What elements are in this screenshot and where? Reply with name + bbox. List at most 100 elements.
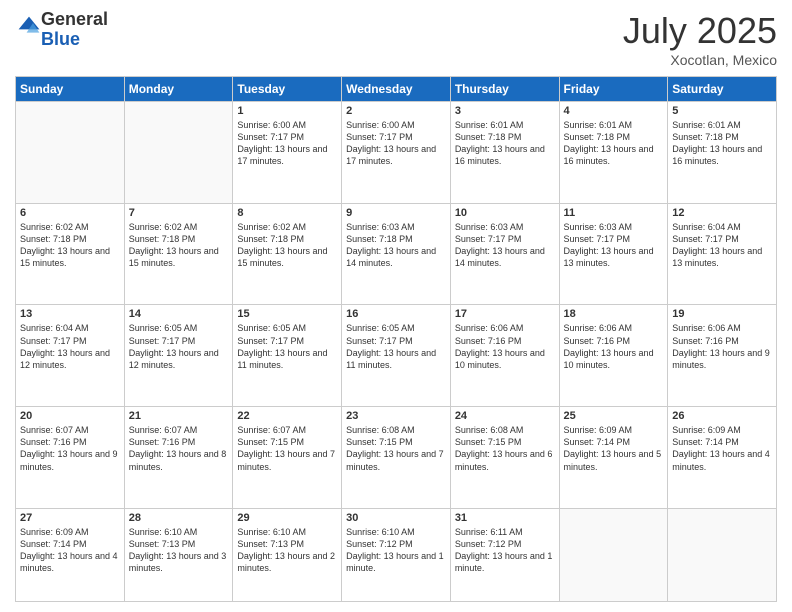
col-header-friday: Friday — [559, 77, 668, 102]
calendar-table: SundayMondayTuesdayWednesdayThursdayFrid… — [15, 76, 777, 602]
week-row-0: 1 Sunrise: 6:00 AM Sunset: 7:17 PM Daylig… — [16, 102, 777, 204]
calendar-page: General Blue July 2025 Xocotlan, Mexico … — [0, 0, 792, 612]
logo-general: General — [41, 9, 108, 29]
cell-daylight-info: Sunrise: 6:10 AM Sunset: 7:12 PM Dayligh… — [346, 526, 446, 575]
cell-daylight-info: Sunrise: 6:06 AM Sunset: 7:16 PM Dayligh… — [455, 322, 555, 371]
calendar-cell: 26 Sunrise: 6:09 AM Sunset: 7:14 PM Dayli… — [668, 407, 777, 509]
week-row-3: 20Sunrise: 6:07 AM Sunset: 7:16 PM Dayli… — [16, 407, 777, 509]
cell-daylight-info: Sunrise: 6:03 AM Sunset: 7:18 PM Dayligh… — [346, 221, 446, 270]
cell-daylight-info: Sunrise: 6:03 AM Sunset: 7:17 PM Dayligh… — [455, 221, 555, 270]
calendar-cell: 19Sunrise: 6:06 AM Sunset: 7:16 PM Dayli… — [668, 305, 777, 407]
cell-daylight-info: Sunrise: 6:05 AM Sunset: 7:17 PM Dayligh… — [129, 322, 229, 371]
cell-daylight-info: Sunrise: 6:02 AM Sunset: 7:18 PM Dayligh… — [20, 221, 120, 270]
logo-icon — [17, 15, 41, 39]
calendar-cell: 15Sunrise: 6:05 AM Sunset: 7:17 PM Dayli… — [233, 305, 342, 407]
cell-daylight-info: Sunrise: 6:09 AM Sunset: 7:14 PM Dayligh… — [564, 424, 664, 473]
day-number: 1 — [237, 105, 337, 117]
header-row: SundayMondayTuesdayWednesdayThursdayFrid… — [16, 77, 777, 102]
day-number: 19 — [672, 308, 772, 320]
month-title: July 2025 — [623, 10, 777, 52]
cell-daylight-info: Sunrise: 6:05 AM Sunset: 7:17 PM Dayligh… — [346, 322, 446, 371]
title-block: July 2025 Xocotlan, Mexico — [623, 10, 777, 68]
calendar-cell: 1Sunrise: 6:00 AM Sunset: 7:17 PM Daylig… — [233, 102, 342, 204]
week-row-1: 6 Sunrise: 6:02 AM Sunset: 7:18 PM Daylig… — [16, 203, 777, 305]
calendar-cell — [124, 102, 233, 204]
day-number: 16 — [346, 308, 446, 320]
cell-daylight-info: Sunrise: 6:08 AM Sunset: 7:15 PM Dayligh… — [346, 424, 446, 473]
cell-daylight-info: Sunrise: 6:02 AM Sunset: 7:18 PM Dayligh… — [237, 221, 337, 270]
col-header-saturday: Saturday — [668, 77, 777, 102]
col-header-wednesday: Wednesday — [342, 77, 451, 102]
day-number: 6 — [20, 207, 120, 219]
day-number: 23 — [346, 410, 446, 422]
calendar-cell: 5 Sunrise: 6:01 AM Sunset: 7:18 PM Daylig… — [668, 102, 777, 204]
day-number: 30 — [346, 512, 446, 524]
day-number: 11 — [564, 207, 664, 219]
logo-text: General Blue — [41, 10, 108, 50]
day-number: 9 — [346, 207, 446, 219]
cell-daylight-info: Sunrise: 6:01 AM Sunset: 7:18 PM Dayligh… — [672, 119, 772, 168]
week-row-4: 27 Sunrise: 6:09 AM Sunset: 7:14 PM Dayli… — [16, 508, 777, 601]
calendar-cell: 22Sunrise: 6:07 AM Sunset: 7:15 PM Dayli… — [233, 407, 342, 509]
logo: General Blue — [15, 10, 108, 50]
cell-daylight-info: Sunrise: 6:07 AM Sunset: 7:16 PM Dayligh… — [129, 424, 229, 473]
cell-daylight-info: Sunrise: 6:10 AM Sunset: 7:13 PM Dayligh… — [237, 526, 337, 575]
cell-daylight-info: Sunrise: 6:08 AM Sunset: 7:15 PM Dayligh… — [455, 424, 555, 473]
col-header-monday: Monday — [124, 77, 233, 102]
calendar-cell: 12 Sunrise: 6:04 AM Sunset: 7:17 PM Dayli… — [668, 203, 777, 305]
calendar-cell: 20Sunrise: 6:07 AM Sunset: 7:16 PM Dayli… — [16, 407, 125, 509]
calendar-cell: 28 Sunrise: 6:10 AM Sunset: 7:13 PM Dayli… — [124, 508, 233, 601]
cell-daylight-info: Sunrise: 6:04 AM Sunset: 7:17 PM Dayligh… — [672, 221, 772, 270]
cell-daylight-info: Sunrise: 6:00 AM Sunset: 7:17 PM Dayligh… — [346, 119, 446, 168]
calendar-cell: 10 Sunrise: 6:03 AM Sunset: 7:17 PM Dayli… — [450, 203, 559, 305]
day-number: 7 — [129, 207, 229, 219]
calendar-cell: 24 Sunrise: 6:08 AM Sunset: 7:15 PM Dayli… — [450, 407, 559, 509]
day-number: 10 — [455, 207, 555, 219]
week-row-2: 13Sunrise: 6:04 AM Sunset: 7:17 PM Dayli… — [16, 305, 777, 407]
day-number: 21 — [129, 410, 229, 422]
day-number: 13 — [20, 308, 120, 320]
calendar-cell: 6 Sunrise: 6:02 AM Sunset: 7:18 PM Daylig… — [16, 203, 125, 305]
day-number: 5 — [672, 105, 772, 117]
day-number: 26 — [672, 410, 772, 422]
calendar-cell: 3Sunrise: 6:01 AM Sunset: 7:18 PM Daylig… — [450, 102, 559, 204]
header: General Blue July 2025 Xocotlan, Mexico — [15, 10, 777, 68]
calendar-cell: 31Sunrise: 6:11 AM Sunset: 7:12 PM Dayli… — [450, 508, 559, 601]
calendar-cell: 11 Sunrise: 6:03 AM Sunset: 7:17 PM Dayli… — [559, 203, 668, 305]
day-number: 31 — [455, 512, 555, 524]
cell-daylight-info: Sunrise: 6:02 AM Sunset: 7:18 PM Dayligh… — [129, 221, 229, 270]
calendar-cell: 27 Sunrise: 6:09 AM Sunset: 7:14 PM Dayli… — [16, 508, 125, 601]
calendar-cell: 21 Sunrise: 6:07 AM Sunset: 7:16 PM Dayli… — [124, 407, 233, 509]
calendar-cell: 23 Sunrise: 6:08 AM Sunset: 7:15 PM Dayli… — [342, 407, 451, 509]
calendar-cell — [559, 508, 668, 601]
cell-daylight-info: Sunrise: 6:07 AM Sunset: 7:15 PM Dayligh… — [237, 424, 337, 473]
calendar-cell: 13Sunrise: 6:04 AM Sunset: 7:17 PM Dayli… — [16, 305, 125, 407]
cell-daylight-info: Sunrise: 6:03 AM Sunset: 7:17 PM Dayligh… — [564, 221, 664, 270]
cell-daylight-info: Sunrise: 6:01 AM Sunset: 7:18 PM Dayligh… — [455, 119, 555, 168]
calendar-cell: 7 Sunrise: 6:02 AM Sunset: 7:18 PM Daylig… — [124, 203, 233, 305]
calendar-cell: 4 Sunrise: 6:01 AM Sunset: 7:18 PM Daylig… — [559, 102, 668, 204]
calendar-cell: 8Sunrise: 6:02 AM Sunset: 7:18 PM Daylig… — [233, 203, 342, 305]
day-number: 28 — [129, 512, 229, 524]
calendar-cell: 18Sunrise: 6:06 AM Sunset: 7:16 PM Dayli… — [559, 305, 668, 407]
calendar-cell: 25Sunrise: 6:09 AM Sunset: 7:14 PM Dayli… — [559, 407, 668, 509]
col-header-tuesday: Tuesday — [233, 77, 342, 102]
calendar-cell: 17Sunrise: 6:06 AM Sunset: 7:16 PM Dayli… — [450, 305, 559, 407]
day-number: 2 — [346, 105, 446, 117]
day-number: 29 — [237, 512, 337, 524]
cell-daylight-info: Sunrise: 6:10 AM Sunset: 7:13 PM Dayligh… — [129, 526, 229, 575]
cell-daylight-info: Sunrise: 6:09 AM Sunset: 7:14 PM Dayligh… — [20, 526, 120, 575]
location: Xocotlan, Mexico — [623, 52, 777, 68]
cell-daylight-info: Sunrise: 6:09 AM Sunset: 7:14 PM Dayligh… — [672, 424, 772, 473]
cell-daylight-info: Sunrise: 6:05 AM Sunset: 7:17 PM Dayligh… — [237, 322, 337, 371]
day-number: 24 — [455, 410, 555, 422]
calendar-cell: 30 Sunrise: 6:10 AM Sunset: 7:12 PM Dayli… — [342, 508, 451, 601]
day-number: 27 — [20, 512, 120, 524]
calendar-cell: 29 Sunrise: 6:10 AM Sunset: 7:13 PM Dayli… — [233, 508, 342, 601]
cell-daylight-info: Sunrise: 6:01 AM Sunset: 7:18 PM Dayligh… — [564, 119, 664, 168]
day-number: 12 — [672, 207, 772, 219]
day-number: 4 — [564, 105, 664, 117]
col-header-sunday: Sunday — [16, 77, 125, 102]
cell-daylight-info: Sunrise: 6:06 AM Sunset: 7:16 PM Dayligh… — [564, 322, 664, 371]
day-number: 14 — [129, 308, 229, 320]
